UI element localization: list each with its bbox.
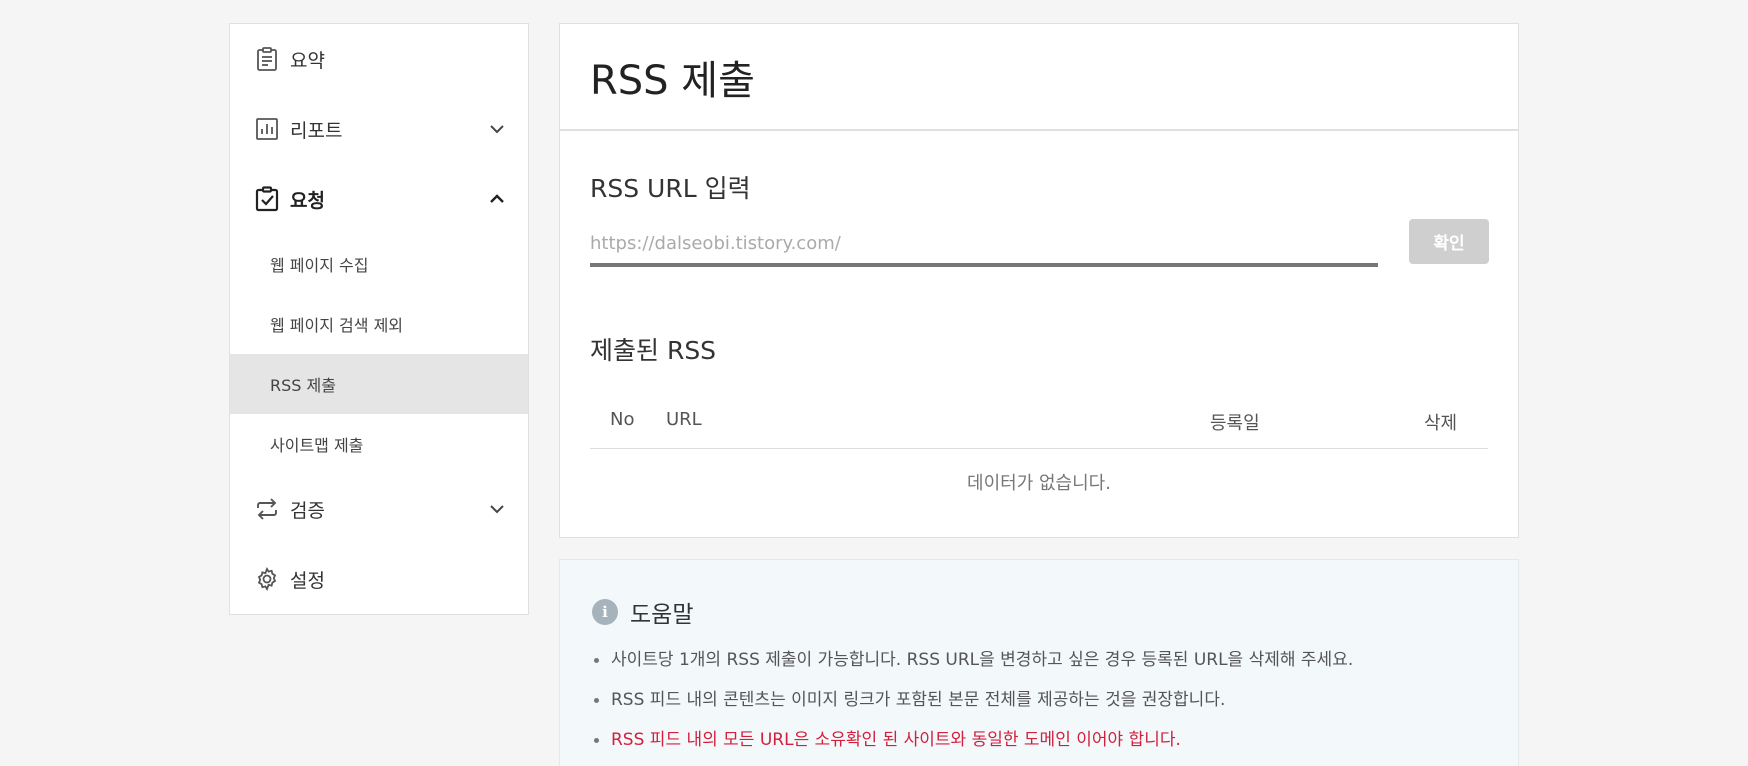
url-section-label: RSS URL 입력 [590, 174, 751, 203]
panel-header: RSS 제출 [560, 24, 1518, 131]
sidebar-item-verify[interactable]: 검증 [230, 474, 528, 544]
sidebar-subitem-rss-submit[interactable]: RSS 제출 [230, 354, 528, 414]
sidebar-item-report[interactable]: 리포트 [230, 94, 528, 164]
sidebar-item-label: 설정 [290, 569, 325, 592]
confirm-button[interactable]: 확인 [1409, 219, 1489, 264]
rss-panel: RSS 제출 RSS URL 입력 확인 제출된 RSS No URL 등록일 … [559, 23, 1519, 538]
help-list: 사이트당 1개의 RSS 제출이 가능합니다. RSS URL을 변경하고 싶은… [592, 648, 1353, 766]
chevron-down-icon[interactable] [488, 120, 506, 138]
clipboard-check-icon [254, 186, 280, 212]
column-no: No [610, 409, 635, 430]
empty-message: 데이터가 없습니다. [967, 472, 1111, 494]
submitted-section-label: 제출된 RSS [590, 336, 717, 365]
sidebar-subitem-web-exclude[interactable]: 웹 페이지 검색 제외 [230, 294, 528, 354]
sidebar-item-label: 요청 [290, 189, 325, 212]
rss-url-input[interactable] [590, 224, 1378, 267]
page-title: RSS 제출 [590, 57, 755, 104]
column-url: URL [666, 409, 702, 430]
bar-chart-icon [254, 116, 280, 142]
help-header: i 도움말 [592, 595, 693, 629]
sidebar-item-request[interactable]: 요청 [230, 164, 528, 234]
chevron-down-icon[interactable] [488, 500, 506, 518]
sidebar-subitem-sitemap-submit[interactable]: 사이트맵 제출 [230, 414, 528, 474]
chevron-up-icon[interactable] [488, 190, 506, 208]
column-delete: 삭제 [1424, 413, 1458, 434]
repeat-icon [254, 496, 280, 522]
clipboard-icon [254, 46, 280, 72]
sidebar-item-settings[interactable]: 설정 [230, 544, 528, 614]
table-header: No URL 등록일 삭제 [590, 394, 1488, 449]
column-date: 등록일 [1210, 413, 1260, 434]
sidebar-item-label: 리포트 [290, 119, 343, 142]
sidebar-item-summary[interactable]: 요약 [230, 24, 528, 94]
help-item: RSS 피드 내의 콘텐츠는 이미지 링크가 포함된 본문 전체를 제공하는 것… [592, 688, 1353, 728]
gear-icon [254, 566, 280, 592]
sidebar-item-label: 검증 [290, 499, 325, 522]
help-item-warning: RSS 피드 내의 모든 URL은 소유확인 된 사이트와 동일한 도메인 이어… [592, 728, 1353, 766]
help-item: 사이트당 1개의 RSS 제출이 가능합니다. RSS URL을 변경하고 싶은… [592, 648, 1353, 688]
help-box: i 도움말 사이트당 1개의 RSS 제출이 가능합니다. RSS URL을 변… [559, 559, 1519, 766]
sidebar: 요약 리포트 요청 웹 페이지 수집 웹 페이지 검색 제외 RSS 제출 사이… [229, 23, 529, 615]
sidebar-item-label: 요약 [290, 49, 325, 72]
sidebar-subitem-web-collect[interactable]: 웹 페이지 수집 [230, 234, 528, 294]
help-title: 도움말 [630, 602, 694, 628]
rss-table: No URL 등록일 삭제 데이터가 없습니다. [590, 394, 1488, 514]
info-icon: i [592, 599, 618, 625]
